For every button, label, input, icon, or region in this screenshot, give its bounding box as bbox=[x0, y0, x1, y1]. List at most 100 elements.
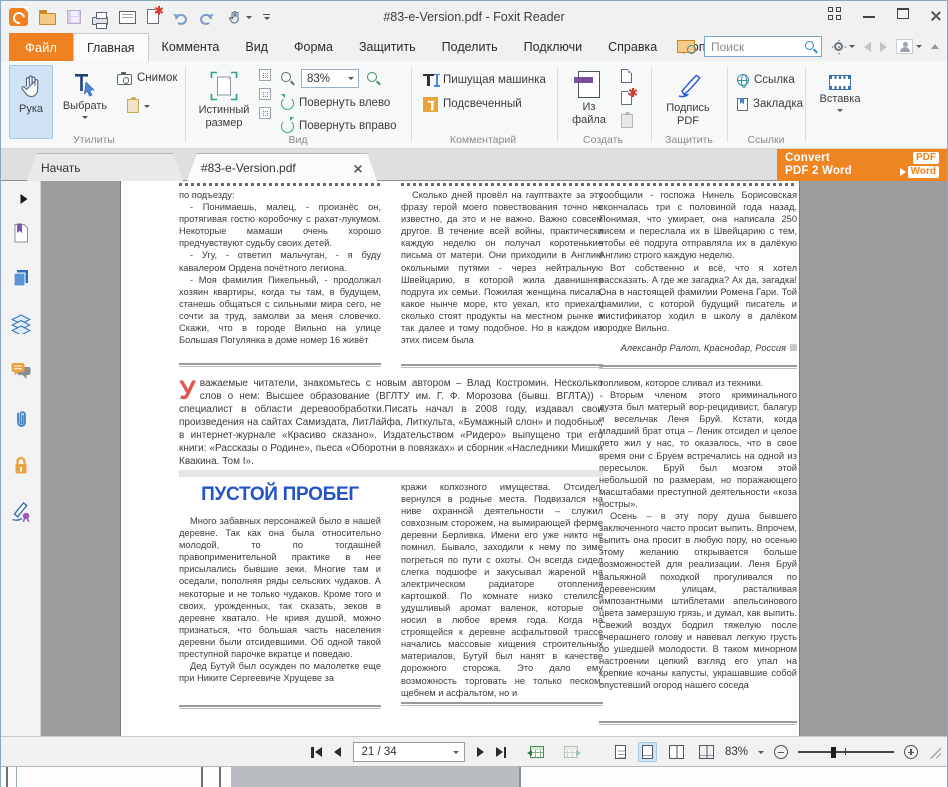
create-blank-button[interactable] bbox=[621, 91, 632, 105]
close-tab-icon[interactable] bbox=[354, 164, 362, 172]
intro-separator-bar bbox=[179, 470, 603, 477]
open-file-icon[interactable] bbox=[39, 13, 56, 25]
group-label-utilities: Утилиты bbox=[9, 134, 179, 146]
zoom-slider-tick bbox=[845, 748, 846, 755]
link-button[interactable]: Ссылка bbox=[737, 71, 795, 89]
tab-file[interactable]: Файл bbox=[9, 33, 73, 61]
collapse-ribbon-icon[interactable] bbox=[931, 44, 939, 49]
sign-pdf-button[interactable]: ПодписьPDF bbox=[657, 65, 719, 139]
convert-pdf-banner[interactable]: Convert PDF 2 Word PDF Word bbox=[777, 149, 947, 181]
globe-link-icon bbox=[737, 74, 749, 86]
bookmark-button[interactable]: Закладка bbox=[737, 95, 803, 113]
snapshot-button[interactable]: Снимок bbox=[117, 69, 177, 87]
restore-icon[interactable] bbox=[897, 8, 909, 19]
settings-dropdown[interactable] bbox=[831, 39, 855, 54]
bookmarks-panel-icon[interactable] bbox=[12, 223, 30, 248]
redo-icon[interactable] bbox=[199, 10, 216, 25]
hand-tool-button[interactable]: Рука bbox=[9, 65, 53, 139]
next-view-button[interactable] bbox=[564, 746, 578, 758]
clipped-text-line bbox=[401, 183, 603, 186]
hand-tool-dropdown[interactable] bbox=[227, 9, 252, 25]
rotate-left-button[interactable]: Повернуть влево bbox=[281, 94, 390, 112]
rotate-right-button[interactable]: Повернуть вправо bbox=[281, 117, 397, 135]
zoom-in-button[interactable] bbox=[904, 745, 918, 759]
comments-panel-icon[interactable] bbox=[10, 362, 31, 385]
highlight-button[interactable]: Подсвеченный bbox=[423, 95, 522, 113]
zoom-out-icon[interactable] bbox=[281, 72, 291, 82]
group-label-protect: Защитить bbox=[651, 134, 727, 146]
tab-form[interactable]: Форма bbox=[281, 33, 346, 61]
user-avatar-icon bbox=[896, 39, 913, 54]
tab-protect[interactable]: Защитить bbox=[346, 33, 429, 61]
tab-share[interactable]: Поделить bbox=[429, 33, 511, 61]
continuous-facing-view-button[interactable] bbox=[696, 743, 717, 761]
fit-page-icon[interactable] bbox=[259, 88, 271, 100]
history-forward-icon[interactable] bbox=[880, 42, 887, 52]
create-from-clipboard-button[interactable] bbox=[621, 114, 633, 128]
fit-visible-icon[interactable] bbox=[259, 107, 271, 119]
print-icon[interactable] bbox=[92, 17, 108, 25]
zoom-slider-thumb[interactable] bbox=[831, 747, 836, 758]
tab-connect[interactable]: Подключи bbox=[511, 33, 595, 61]
resize-grip[interactable] bbox=[928, 746, 941, 759]
single-page-view-button[interactable] bbox=[612, 743, 629, 761]
clipboard-button[interactable] bbox=[127, 97, 150, 115]
previous-view-button[interactable] bbox=[530, 746, 544, 758]
minimize-icon[interactable] bbox=[863, 16, 875, 18]
insert-button[interactable]: Вставка bbox=[813, 65, 867, 139]
actual-size-button[interactable]: Истинный размер bbox=[193, 65, 255, 139]
zoom-out-button[interactable] bbox=[774, 745, 788, 759]
zoom-dropdown-caret[interactable] bbox=[758, 751, 764, 754]
typewriter-icon bbox=[423, 74, 434, 86]
pages-panel-icon[interactable] bbox=[12, 269, 30, 292]
account-dropdown[interactable] bbox=[896, 39, 922, 54]
layers-panel-icon[interactable] bbox=[11, 314, 31, 339]
email-icon[interactable] bbox=[119, 11, 136, 24]
select-tool-button[interactable]: Выбрать bbox=[59, 65, 111, 139]
story2-column1: Много забавных персонажей было в нашей д… bbox=[179, 515, 381, 684]
document-canvas[interactable]: по подъезду: - Понимаешь, малец, - произ… bbox=[41, 181, 947, 736]
story1-column1: по подъезду: - Понимаешь, малец, - произ… bbox=[179, 189, 381, 346]
select-dropdown-caret bbox=[82, 116, 88, 119]
previous-page-button[interactable] bbox=[334, 747, 341, 757]
column-rule bbox=[599, 365, 797, 369]
undo-icon[interactable] bbox=[171, 10, 188, 25]
tab-comment[interactable]: Коммента bbox=[149, 33, 233, 61]
next-page-button[interactable] bbox=[477, 747, 484, 757]
typewriter-button[interactable]: Пишущая машинка bbox=[423, 71, 546, 89]
pen-icon bbox=[673, 71, 703, 99]
film-insert-icon bbox=[829, 75, 851, 90]
tab-help[interactable]: Справка bbox=[595, 33, 670, 61]
signature-panel-icon[interactable] bbox=[10, 501, 31, 527]
end-mark bbox=[790, 344, 797, 351]
customize-qat-icon[interactable] bbox=[263, 14, 270, 21]
tab-view[interactable]: Вид bbox=[232, 33, 281, 61]
zoom-slider[interactable] bbox=[798, 751, 894, 752]
create-from-file-button[interactable]: Изфайла bbox=[563, 65, 615, 139]
zoom-in-icon[interactable] bbox=[367, 72, 377, 82]
last-page-button[interactable] bbox=[496, 747, 507, 758]
tab-home[interactable]: Главная bbox=[73, 33, 149, 61]
foxit-logo-icon[interactable] bbox=[9, 8, 28, 26]
expand-panel-icon[interactable] bbox=[21, 194, 28, 204]
history-back-icon[interactable] bbox=[864, 42, 871, 52]
save-icon[interactable] bbox=[67, 10, 81, 24]
continuous-view-button[interactable] bbox=[638, 742, 657, 762]
security-panel-icon[interactable] bbox=[13, 455, 29, 480]
doc-tab-current[interactable]: #83-e-Version.pdf bbox=[187, 153, 377, 181]
doc-tab-start[interactable]: Начать bbox=[27, 153, 183, 181]
attachments-panel-icon[interactable] bbox=[13, 409, 29, 435]
search-magnifier-icon[interactable] bbox=[805, 41, 814, 50]
page-number-box[interactable]: 21 / 34 bbox=[353, 742, 465, 762]
facing-view-button[interactable] bbox=[666, 743, 687, 761]
fullscreen-icon[interactable] bbox=[828, 7, 841, 20]
author-intro-note: Уважаемые читатели, знакомьтесь с новым … bbox=[179, 377, 603, 468]
search-folder-icon[interactable] bbox=[677, 40, 695, 53]
zoom-level-combo[interactable]: 83% bbox=[301, 69, 359, 88]
first-page-button[interactable] bbox=[311, 747, 322, 758]
story1-column3: сообщили - госпожа Нинель Борисовская ск… bbox=[599, 189, 797, 341]
fit-width-icon[interactable] bbox=[259, 69, 271, 81]
create-from-scanner-button[interactable] bbox=[621, 69, 632, 83]
new-document-icon[interactable] bbox=[147, 9, 160, 25]
close-icon[interactable] bbox=[931, 10, 941, 20]
